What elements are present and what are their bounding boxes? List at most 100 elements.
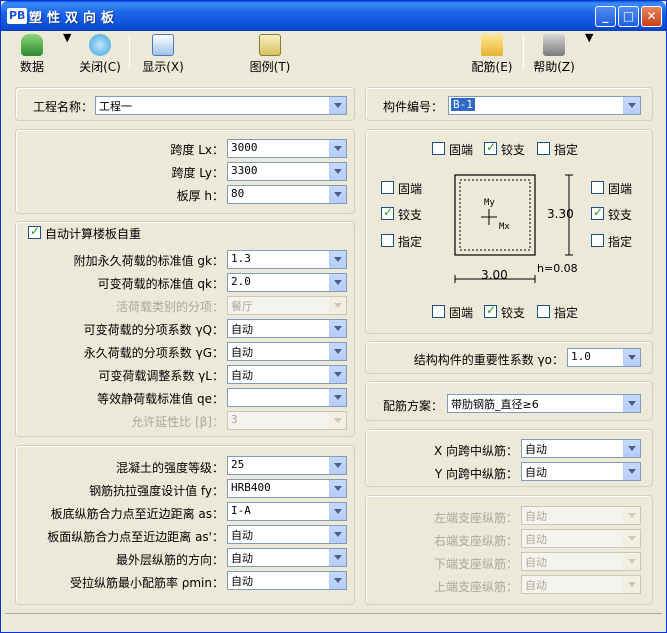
data-button[interactable]: 数据 (9, 31, 55, 75)
outer-dir-combo[interactable]: 自动 (227, 548, 347, 567)
rho-min-combo[interactable]: 自动 (227, 571, 347, 590)
data-dropdown-arrow-icon[interactable]: ▼ (63, 31, 71, 75)
scheme-combo[interactable]: 带肋钢筋_直径≥6 (447, 394, 641, 413)
auto-selfweight-checkbox[interactable] (28, 224, 41, 239)
gamma-g-combo[interactable]: 自动 (227, 342, 347, 361)
rebar-button-label: 配筋(E) (471, 60, 513, 74)
chevron-down-icon[interactable] (329, 140, 346, 157)
gamma-g-label: 永久荷载的分项系数 γG： (83, 346, 224, 360)
chevron-down-icon[interactable] (329, 163, 346, 180)
bottom-edge-combo: 自动 (521, 552, 641, 571)
chevron-down-icon (623, 507, 640, 524)
fy-combo[interactable]: HRB400 (227, 479, 347, 498)
right-fixed-label: 固端 (608, 182, 633, 196)
chevron-down-icon[interactable] (623, 97, 640, 114)
top-hinged-checkbox[interactable] (484, 140, 497, 155)
lx-value: 3000 (231, 141, 258, 154)
gk-label: 附加永久荷载的标准值 gk： (73, 254, 224, 268)
close-window-button[interactable]: ✕ (641, 6, 662, 27)
chevron-down-icon[interactable] (329, 503, 346, 520)
member-id-value: B-1 (451, 98, 475, 111)
y-midspan-combo[interactable]: 自动 (521, 462, 641, 481)
bottom-fixed-checkbox[interactable] (432, 305, 445, 318)
chevron-down-icon[interactable] (329, 572, 346, 589)
bottom-specified-checkbox[interactable] (537, 305, 550, 318)
title-bar[interactable]: PB 塑性双向板 _ □ ✕ (1, 1, 666, 31)
importance-label: 结构构件的重要性系数 γo： (413, 353, 564, 367)
ly-combo[interactable]: 3300 (227, 162, 347, 181)
project-name-combo[interactable]: 工程一 (95, 96, 347, 115)
qk-combo[interactable]: 2.0 (227, 273, 347, 292)
chevron-down-icon[interactable] (329, 320, 346, 337)
top-specified-label: 指定 (554, 143, 579, 157)
plate-hinge-dash (459, 179, 531, 251)
outer-dir-value: 自动 (231, 552, 253, 565)
x-midspan-combo[interactable]: 自动 (521, 439, 641, 458)
right-specified-checkbox[interactable] (591, 234, 604, 247)
chevron-down-icon[interactable] (329, 274, 346, 291)
chevron-down-icon[interactable] (623, 463, 640, 480)
chevron-down-icon[interactable] (329, 97, 346, 114)
chevron-down-icon[interactable] (329, 186, 346, 203)
bottom-edge-label: 下端支座纵筋： (433, 557, 518, 571)
ly-label: 跨度 Ly： (171, 166, 224, 180)
thickness-combo[interactable]: 80 (227, 185, 347, 204)
legend-button[interactable]: 图例(T) (245, 31, 295, 75)
gk-combo[interactable]: 1.3 (227, 250, 347, 269)
as-combo[interactable]: I-A (227, 502, 347, 521)
y-midspan-value: 自动 (525, 466, 547, 479)
status-bar (5, 613, 662, 630)
chevron-down-icon[interactable] (329, 457, 346, 474)
chevron-down-icon[interactable] (623, 440, 640, 457)
minimize-button[interactable]: _ (595, 6, 616, 27)
maximize-button[interactable]: □ (618, 6, 639, 27)
thickness-value: 80 (231, 187, 245, 200)
right-hinged-checkbox[interactable] (591, 205, 604, 220)
chevron-down-icon[interactable] (329, 389, 346, 406)
chevron-down-icon[interactable] (329, 251, 346, 268)
chevron-down-icon[interactable] (623, 349, 640, 366)
chevron-down-icon[interactable] (623, 395, 640, 412)
importance-combo[interactable]: 1.0 (567, 348, 641, 367)
chevron-down-icon (623, 530, 640, 547)
toolbar-separator (523, 35, 524, 69)
help-button[interactable]: 帮助(Z) (529, 31, 579, 75)
qe-combo[interactable] (227, 388, 347, 407)
lx-combo[interactable]: 3000 (227, 139, 347, 158)
app-logo: PB (7, 8, 28, 24)
top-edge-value: 自动 (525, 579, 547, 592)
right-fixed-checkbox[interactable] (591, 181, 604, 194)
legend-icon (259, 34, 281, 56)
left-specified-checkbox[interactable] (381, 234, 394, 247)
left-hinged-label: 铰支 (398, 208, 423, 222)
concrete-label: 混凝土的强度等级： (115, 461, 224, 475)
left-hinged-checkbox[interactable] (381, 205, 394, 220)
concrete-combo[interactable]: 25 (227, 456, 347, 475)
right-edge-value: 自动 (525, 533, 547, 546)
left-fixed-checkbox[interactable] (381, 181, 394, 194)
as2-combo[interactable]: 自动 (227, 525, 347, 544)
chevron-down-icon[interactable] (329, 366, 346, 383)
chevron-down-icon[interactable] (329, 549, 346, 566)
chevron-down-icon[interactable] (329, 343, 346, 360)
live-type-combo: 餐厅 (227, 296, 347, 315)
chevron-down-icon[interactable] (329, 480, 346, 497)
rebar-button[interactable]: 配筋(E) (467, 31, 517, 75)
gamma-l-combo[interactable]: 自动 (227, 365, 347, 384)
legend-button-label: 图例(T) (249, 60, 291, 74)
member-id-combo[interactable]: B-1 (448, 96, 641, 115)
bottom-hinged-checkbox[interactable] (484, 303, 497, 318)
project-name-label: 工程名称： (33, 100, 94, 114)
top-specified-checkbox[interactable] (537, 142, 550, 155)
gamma-q-combo[interactable]: 自动 (227, 319, 347, 338)
qk-value: 2.0 (231, 275, 251, 288)
chevron-down-icon[interactable] (329, 526, 346, 543)
bottom-hinged-label: 铰支 (501, 306, 526, 320)
close-button[interactable]: 关闭(C) (75, 31, 125, 75)
ly-dim-text: 3.30 (547, 207, 574, 221)
right-hinged-label: 铰支 (608, 208, 633, 222)
top-fixed-checkbox[interactable] (432, 142, 445, 155)
display-button[interactable]: 显示(X) (137, 31, 189, 75)
qk-label: 可变荷载的标准值 qk： (97, 277, 224, 291)
help-dropdown-arrow-icon[interactable]: ▼ (585, 31, 593, 75)
